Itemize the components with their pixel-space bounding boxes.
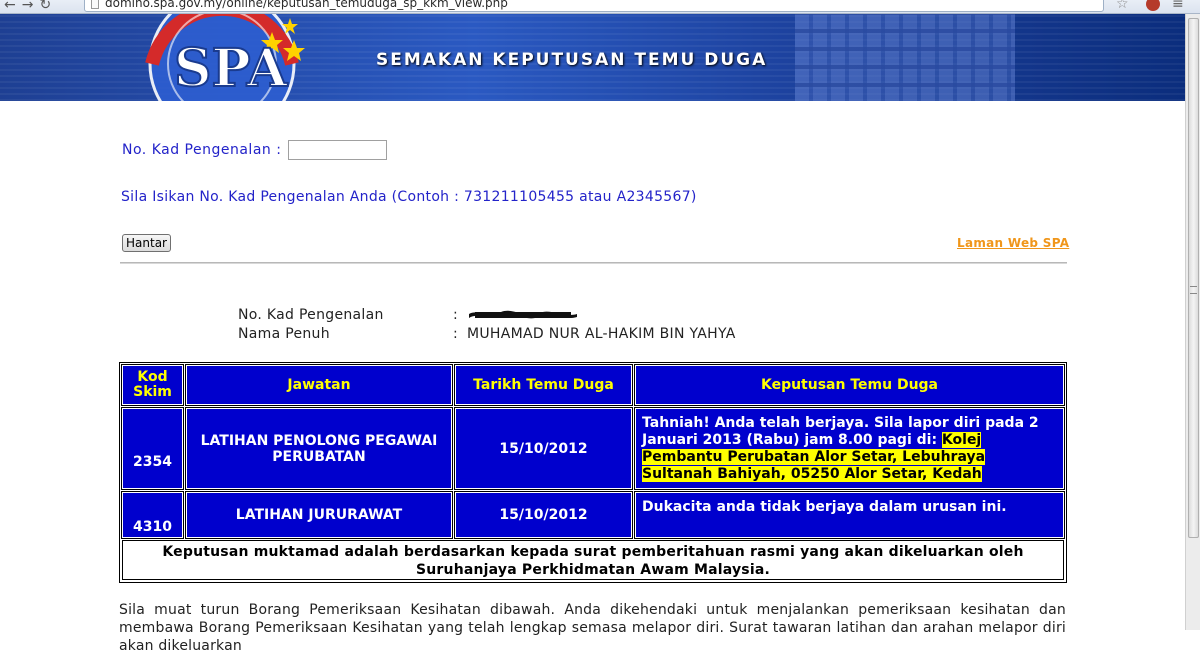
address-bar[interactable]: domino.spa.gov.my/online/keputusan_temud… xyxy=(84,0,1104,12)
table-row-2-kod: 4310 xyxy=(121,491,184,539)
address-text: domino.spa.gov.my/online/keputusan_temud… xyxy=(105,0,508,10)
scrollbar-thumb[interactable] xyxy=(1188,18,1199,538)
scrollbar-grip-icon xyxy=(1190,286,1197,294)
applicant-name-colon: : xyxy=(453,326,458,342)
table-row-2-jawatan: LATIHAN JURURAWAT xyxy=(185,491,453,539)
spa-website-link[interactable]: Laman Web SPA xyxy=(957,236,1069,250)
header-keputusan: Keputusan Temu Duga xyxy=(634,364,1065,406)
banner-title: SEMAKAN KEPUTUSAN TEMU DUGA xyxy=(376,50,768,70)
ic-label: No. Kad Pengenalan : xyxy=(122,142,282,158)
ic-number-input[interactable] xyxy=(288,140,387,160)
logo-lettering: SPA xyxy=(174,38,288,99)
spa-logo: SPA xyxy=(112,14,342,101)
results-table: Kod Skim Jawatan Tarikh Temu Duga Keputu… xyxy=(119,362,1067,583)
applicant-name-value: MUHAMAD NUR AL-HAKIM BIN YAHYA xyxy=(467,326,736,342)
applicant-ic-colon: : xyxy=(453,307,458,323)
header-tarikh: Tarikh Temu Duga xyxy=(454,364,633,406)
header-kod-skim: Kod Skim xyxy=(121,364,184,406)
applicant-name-label: Nama Penuh xyxy=(238,326,330,342)
header-jawatan: Jawatan xyxy=(185,364,453,406)
redacted-ic-number xyxy=(469,310,577,319)
table-row-2-keputusan: Dukacita anda tidak berjaya dalam urusan… xyxy=(634,491,1065,539)
vertical-scrollbar[interactable] xyxy=(1185,14,1200,630)
ic-hint-text: Sila Isikan No. Kad Pengenalan Anda (Con… xyxy=(121,189,697,205)
table-row-2-tarikh: 15/10/2012 xyxy=(454,491,633,539)
table-row-1-keputusan: Tahniah! Anda telah berjaya. Sila lapor … xyxy=(634,407,1065,490)
header-banner: SPA SEMAKAN KEPUTUSAN TEMU DUGA xyxy=(0,14,1185,101)
divider xyxy=(120,262,1067,264)
back-forward-reload-icons[interactable]: ←→↻ xyxy=(4,0,57,13)
instructions-paragraph: Sila muat turun Borang Pemeriksaan Kesih… xyxy=(119,602,1066,654)
submit-button[interactable]: Hantar xyxy=(122,234,171,252)
page-icon xyxy=(91,0,99,9)
table-row-1-jawatan: LATIHAN PENOLONG PEGAWAI PERUBATAN xyxy=(185,407,453,490)
bookmark-star-icon[interactable]: ☆ xyxy=(1116,0,1129,12)
results-footer-note: Keputusan muktamad adalah berdasarkan ke… xyxy=(122,540,1064,580)
browser-toolbar: ←→↻ domino.spa.gov.my/online/keputusan_t… xyxy=(0,0,1200,14)
table-row-1-kod: 2354 xyxy=(121,407,184,490)
wrench-menu-icon[interactable]: ≡ xyxy=(1172,0,1184,12)
extension-icon[interactable] xyxy=(1146,0,1160,11)
applicant-ic-label: No. Kad Pengenalan xyxy=(238,307,384,323)
table-row-1-tarikh: 15/10/2012 xyxy=(454,407,633,490)
